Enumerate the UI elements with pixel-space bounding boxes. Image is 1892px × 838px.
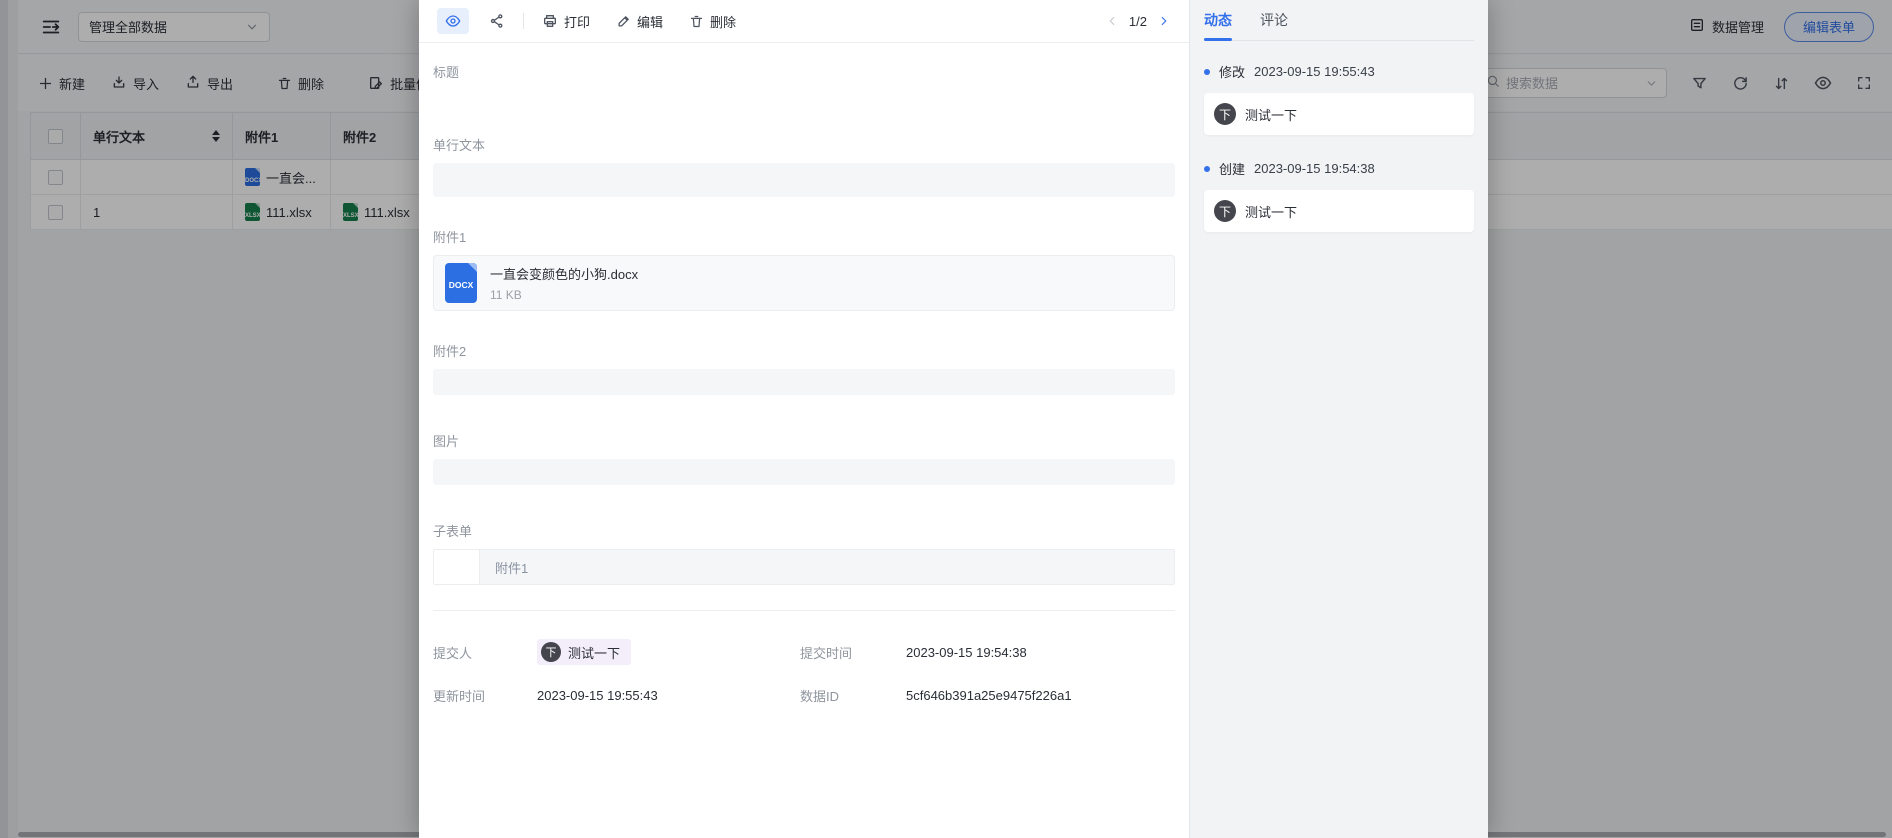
update-time-value: 2023-09-15 19:55:43: [537, 688, 800, 703]
activity-card[interactable]: 下 测试一下: [1204, 93, 1474, 135]
field-value-text: [433, 163, 1175, 197]
activity-time: 2023-09-15 19:54:38: [1254, 161, 1375, 176]
field-label-attach1: 附件1: [433, 227, 1175, 246]
activity-time: 2023-09-15 19:55:43: [1254, 64, 1375, 79]
field-value-title-empty: [433, 81, 1175, 135]
avatar: 下: [541, 642, 561, 662]
submitter-label: 提交人: [433, 643, 537, 662]
field-label-image: 图片: [433, 431, 1175, 450]
field-label-subform: 子表单: [433, 521, 1175, 540]
activity-card[interactable]: 下 测试一下: [1204, 190, 1474, 232]
tab-comments[interactable]: 评论: [1260, 0, 1288, 40]
detail-toolbar: 打印 编辑 删除 1/2: [419, 0, 1189, 43]
activity-item: 创建 2023-09-15 19:54:38 下 测试一下: [1204, 159, 1474, 232]
page-indicator: 1/2: [1129, 14, 1147, 29]
field-label-text: 单行文本: [433, 135, 1175, 154]
avatar: 下: [1214, 103, 1236, 125]
attachment-file-card[interactable]: DOCX 一直会变颜色的小狗.docx 11 KB: [433, 255, 1175, 311]
field-value-attach2-empty: [433, 369, 1175, 395]
print-button[interactable]: 打印: [542, 12, 590, 31]
activity-user: 测试一下: [1245, 105, 1297, 124]
subform-index-cell: [434, 550, 480, 584]
activity-item: 修改 2023-09-15 19:55:43 下 测试一下: [1204, 62, 1474, 135]
record-detail-main: 打印 编辑 删除 1/2: [419, 0, 1189, 838]
activity-panel: 动态 评论 修改 2023-09-15 19:55:43 下 测试一下 创建: [1189, 0, 1488, 838]
submitter-pill[interactable]: 下 测试一下: [537, 639, 631, 665]
toolbar-divider: [523, 13, 524, 29]
tab-activity[interactable]: 动态: [1204, 0, 1232, 40]
record-pager: 1/2: [1105, 14, 1171, 29]
activity-dot-icon: [1204, 166, 1210, 172]
field-label-title: 标题: [433, 62, 1175, 81]
section-divider: [433, 610, 1175, 611]
edit-button[interactable]: 编辑: [616, 12, 663, 31]
delete-button[interactable]: 删除: [689, 12, 736, 31]
view-mode-button[interactable]: [437, 8, 469, 34]
panel-tabs: 动态 评论: [1204, 0, 1474, 41]
subform-table: 附件1: [433, 549, 1175, 585]
update-time-label: 更新时间: [433, 686, 537, 705]
attachment-file-size: 11 KB: [490, 288, 638, 302]
print-label: 打印: [564, 12, 590, 31]
activity-dot-icon: [1204, 69, 1210, 75]
submit-time-value: 2023-09-15 19:54:38: [906, 645, 1175, 660]
prev-record-icon[interactable]: [1105, 14, 1119, 28]
activity-type: 创建: [1219, 159, 1245, 178]
subform-column-header: 附件1: [480, 550, 1174, 584]
data-id-label: 数据ID: [800, 686, 906, 705]
field-value-image-empty: [433, 459, 1175, 485]
data-id-value: 5cf646b391a25e9475f226a1: [906, 688, 1175, 703]
share-icon[interactable]: [489, 13, 505, 29]
delete-label: 删除: [710, 12, 736, 31]
attachment-file-name: 一直会变颜色的小狗.docx: [490, 264, 638, 283]
activity-user: 测试一下: [1245, 202, 1297, 221]
edit-label: 编辑: [637, 12, 663, 31]
submitter-name: 测试一下: [568, 643, 620, 662]
activity-type: 修改: [1219, 62, 1245, 81]
app-window: 管理全部数据 数据管理 编辑表单: [0, 0, 1892, 838]
docx-file-icon: DOCX: [445, 263, 477, 303]
submit-time-label: 提交时间: [800, 643, 906, 662]
next-record-icon[interactable]: [1157, 14, 1171, 28]
record-meta: 提交人 下 测试一下 提交时间 2023-09-15 19:54:38 更新时间…: [433, 639, 1175, 705]
record-fields: 标题 单行文本 附件1 DOCX 一直会变颜色的小狗.docx 11 KB 附件…: [419, 43, 1189, 838]
record-detail-drawer: 打印 编辑 删除 1/2: [419, 0, 1488, 838]
avatar: 下: [1214, 200, 1236, 222]
field-label-attach2: 附件2: [433, 341, 1175, 360]
